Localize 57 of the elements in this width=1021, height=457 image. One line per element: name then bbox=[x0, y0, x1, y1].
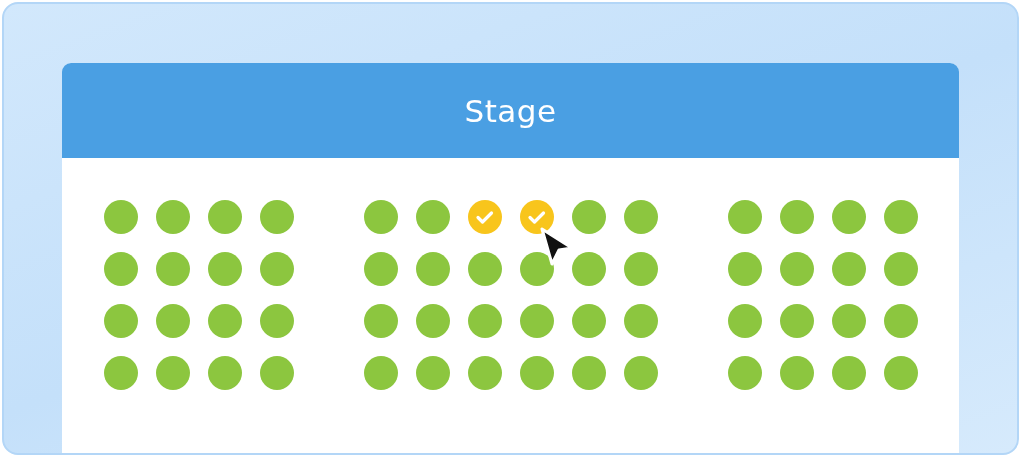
available-seat[interactable] bbox=[104, 356, 138, 390]
available-seat[interactable] bbox=[104, 252, 138, 286]
available-seat[interactable] bbox=[208, 200, 242, 234]
available-seat[interactable] bbox=[884, 356, 918, 390]
available-seat[interactable] bbox=[364, 304, 398, 338]
available-seat[interactable] bbox=[104, 304, 138, 338]
available-seat[interactable] bbox=[156, 356, 190, 390]
available-seat[interactable] bbox=[364, 200, 398, 234]
available-seat[interactable] bbox=[520, 252, 554, 286]
available-seat[interactable] bbox=[780, 356, 814, 390]
available-seat[interactable] bbox=[208, 252, 242, 286]
available-seat[interactable] bbox=[884, 252, 918, 286]
available-seat[interactable] bbox=[572, 252, 606, 286]
available-seat[interactable] bbox=[416, 356, 450, 390]
available-seat[interactable] bbox=[416, 304, 450, 338]
available-seat[interactable] bbox=[624, 304, 658, 338]
available-seat[interactable] bbox=[780, 252, 814, 286]
selected-seat[interactable] bbox=[468, 200, 502, 234]
available-seat[interactable] bbox=[832, 356, 866, 390]
available-seat[interactable] bbox=[364, 252, 398, 286]
available-seat[interactable] bbox=[728, 200, 762, 234]
available-seat[interactable] bbox=[364, 356, 398, 390]
available-seat[interactable] bbox=[572, 304, 606, 338]
available-seat[interactable] bbox=[572, 200, 606, 234]
available-seat[interactable] bbox=[468, 356, 502, 390]
available-seat[interactable] bbox=[728, 356, 762, 390]
available-seat[interactable] bbox=[260, 252, 294, 286]
available-seat[interactable] bbox=[884, 200, 918, 234]
available-seat[interactable] bbox=[156, 252, 190, 286]
selected-seat[interactable] bbox=[520, 200, 554, 234]
available-seat[interactable] bbox=[156, 200, 190, 234]
available-seat[interactable] bbox=[260, 304, 294, 338]
available-seat[interactable] bbox=[416, 200, 450, 234]
available-seat[interactable] bbox=[832, 200, 866, 234]
available-seat[interactable] bbox=[208, 304, 242, 338]
available-seat[interactable] bbox=[780, 304, 814, 338]
available-seat[interactable] bbox=[832, 252, 866, 286]
available-seat[interactable] bbox=[468, 252, 502, 286]
available-seat[interactable] bbox=[884, 304, 918, 338]
available-seat[interactable] bbox=[624, 252, 658, 286]
available-seat[interactable] bbox=[468, 304, 502, 338]
available-seat[interactable] bbox=[208, 356, 242, 390]
available-seat[interactable] bbox=[572, 356, 606, 390]
available-seat[interactable] bbox=[260, 356, 294, 390]
available-seat[interactable] bbox=[728, 304, 762, 338]
available-seat[interactable] bbox=[520, 304, 554, 338]
available-seat[interactable] bbox=[728, 252, 762, 286]
available-seat[interactable] bbox=[780, 200, 814, 234]
available-seat[interactable] bbox=[156, 304, 190, 338]
stage-title: Stage bbox=[464, 92, 557, 129]
available-seat[interactable] bbox=[624, 200, 658, 234]
available-seat[interactable] bbox=[104, 200, 138, 234]
available-seat[interactable] bbox=[260, 200, 294, 234]
available-seat[interactable] bbox=[416, 252, 450, 286]
available-seat[interactable] bbox=[624, 356, 658, 390]
available-seat[interactable] bbox=[832, 304, 866, 338]
available-seat[interactable] bbox=[520, 356, 554, 390]
